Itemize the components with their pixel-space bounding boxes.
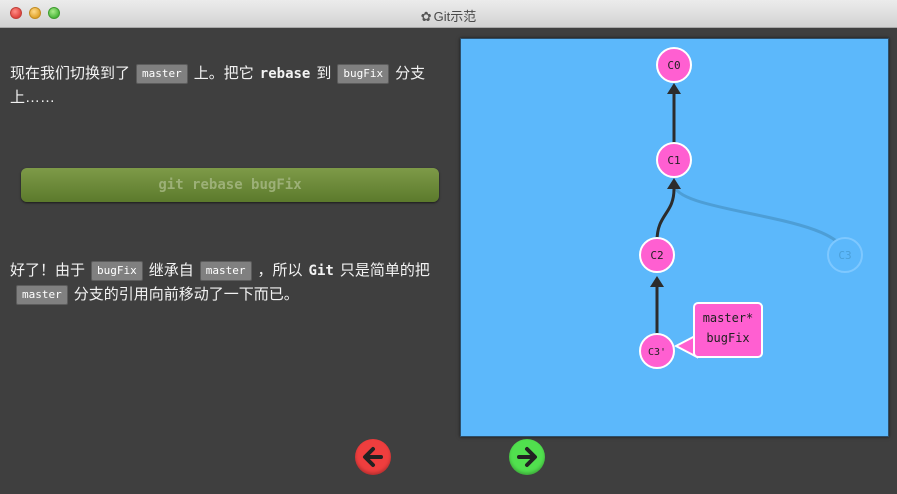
lesson-paragraph-2: 好了！由于 bugFix 继承自 master ，所以 Git 只是简单的把 master 分支… [10,259,448,307]
text: 分支的引用向前移动了一下而已。 [73,286,299,303]
keyword-rebase: rebase [259,66,311,82]
arrowhead-c2 [650,276,664,287]
code-bugfix: bugFix [337,64,390,84]
arrowhead-c1 [667,178,681,189]
arrowhead-c0 [667,83,681,94]
code-master: master [16,285,68,305]
command-text: git rebase bugFix [158,177,302,193]
text: 到 [316,65,332,82]
window-title-text: Git示范 [433,9,477,24]
commit-c1[interactable]: C1 [656,142,692,178]
commit-label: C0 [667,59,680,72]
title-bar: ✿ Git示范 [0,0,897,28]
text: 好了！由于 [10,262,86,279]
lesson-panel: 现在我们切换到了 master 上。把它 rebase 到 bugFix 分支上…… git… [0,28,455,494]
commit-c3-faded[interactable]: C3 [827,237,863,273]
forward-button[interactable] [509,439,545,475]
branch-label-master: master* [703,311,754,325]
lesson-paragraph-1: 现在我们切换到了 master 上。把它 rebase 到 bugFix 分支上…… [10,62,448,110]
arrow-right-icon [517,447,537,467]
branch-tag[interactable]: master* bugFix [673,302,763,359]
code-master: master [199,261,252,281]
commit-label: C2 [650,249,663,262]
text: 继承自 [148,262,194,279]
commit-c3-prime[interactable]: C3' [639,333,675,369]
arrow-left-icon [363,447,383,467]
commit-label: C3' [648,347,666,358]
commit-label: C3 [838,249,851,262]
text: 只是简单的把 [339,262,430,279]
code-bugfix: bugFix [91,261,143,281]
edge-c2-c1 [655,188,676,242]
text: 上。把它 [193,65,254,82]
commit-label: C1 [667,154,680,167]
edge-c3-c1 [672,183,847,257]
code-master: master [136,64,188,84]
command-box[interactable]: git rebase bugFix [21,168,439,202]
git-graph-visualization: C0 C1 C2 C3 C3' master* bugFix [460,38,889,437]
branch-label-bugfix: bugFix [706,331,749,345]
window-title: ✿ Git示范 [0,6,897,25]
git-graph: C0 C1 C2 C3 C3' master* bugFix [639,47,863,369]
text: 现在我们切换到了 [10,65,131,82]
gear-icon: ✿ [420,9,432,24]
commit-c2[interactable]: C2 [639,237,675,273]
back-button[interactable] [355,439,391,475]
commit-c0[interactable]: C0 [656,47,692,83]
keyword-git: Git [308,263,334,279]
text: ，所以 [257,262,303,279]
